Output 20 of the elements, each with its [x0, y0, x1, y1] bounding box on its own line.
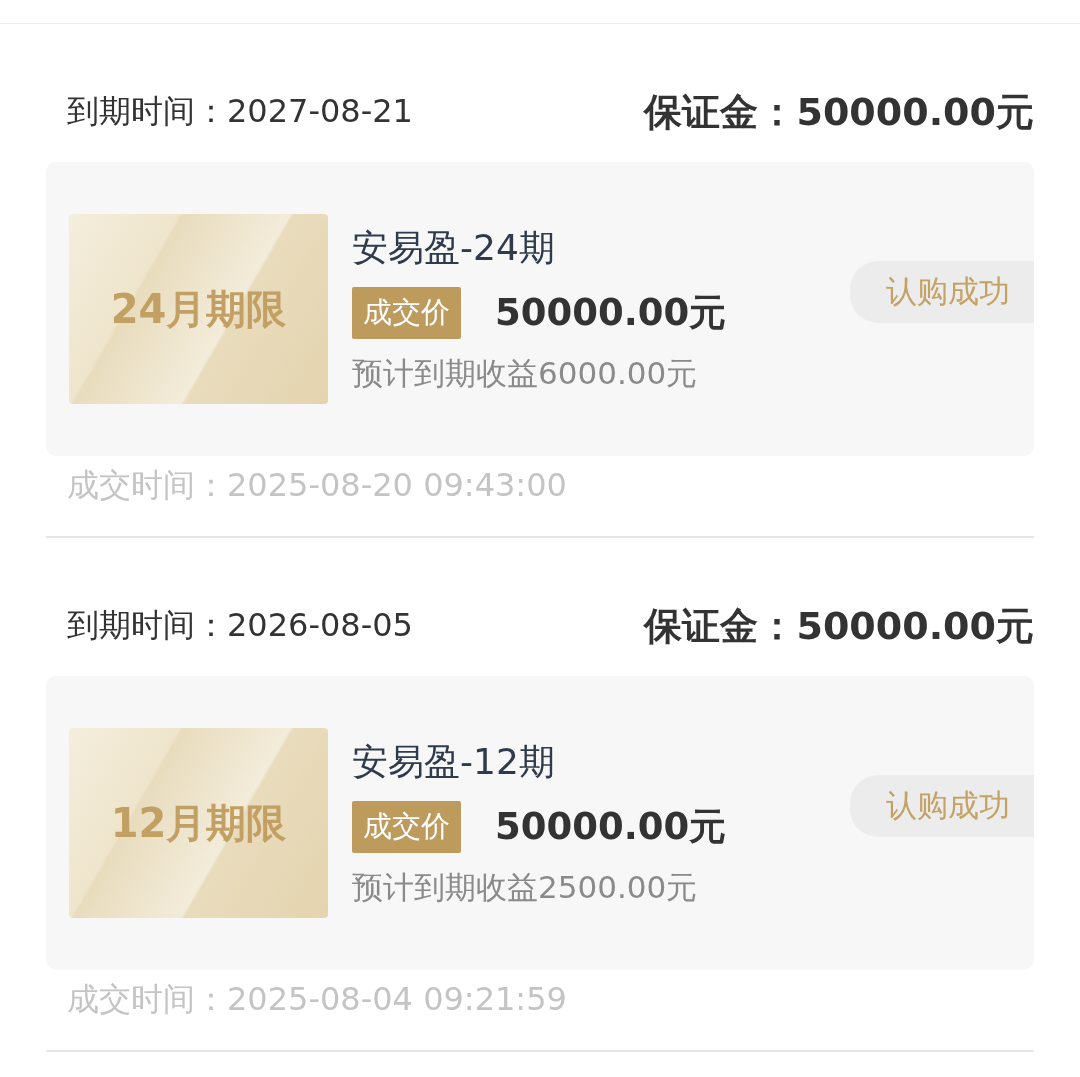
- deal-time-text: 成交时间：2025-08-20 09:43:00: [67, 465, 567, 506]
- term-label: 24月期限: [110, 284, 287, 334]
- price-text: 50000.00元: [495, 289, 727, 336]
- price-tag: 成交价: [352, 800, 461, 853]
- expected-income-text: 预计到期收益2500.00元: [352, 867, 699, 907]
- deposit-amount-text: 保证金：50000.00元: [644, 602, 1034, 650]
- expected-income-text: 预计到期收益6000.00元: [352, 353, 699, 393]
- product-card[interactable]: 12月期限 安易盈-12期 成交价 50000.00元 预计到期收益2500.00元 认购成功: [46, 676, 1034, 970]
- price-text: 50000.00元: [495, 803, 727, 850]
- product-name: 安易盈-24期: [352, 225, 556, 270]
- status-badge: 认购成功: [850, 261, 1034, 323]
- expiry-date-text: 到期时间：2027-08-21: [67, 91, 413, 132]
- product-name: 安易盈-12期: [352, 739, 556, 784]
- product-card[interactable]: 24月期限 安易盈-24期 成交价 50000.00元 预计到期收益6000.00元 认购成功: [46, 162, 1034, 456]
- deposit-amount-text: 保证金：50000.00元: [644, 88, 1034, 136]
- status-badge: 认购成功: [850, 775, 1034, 837]
- price-tag: 成交价: [352, 286, 461, 339]
- term-label: 12月期限: [110, 798, 287, 848]
- expiry-date-text: 到期时间：2026-08-05: [67, 605, 413, 646]
- deal-time-text: 成交时间：2025-08-04 09:21:59: [67, 979, 567, 1020]
